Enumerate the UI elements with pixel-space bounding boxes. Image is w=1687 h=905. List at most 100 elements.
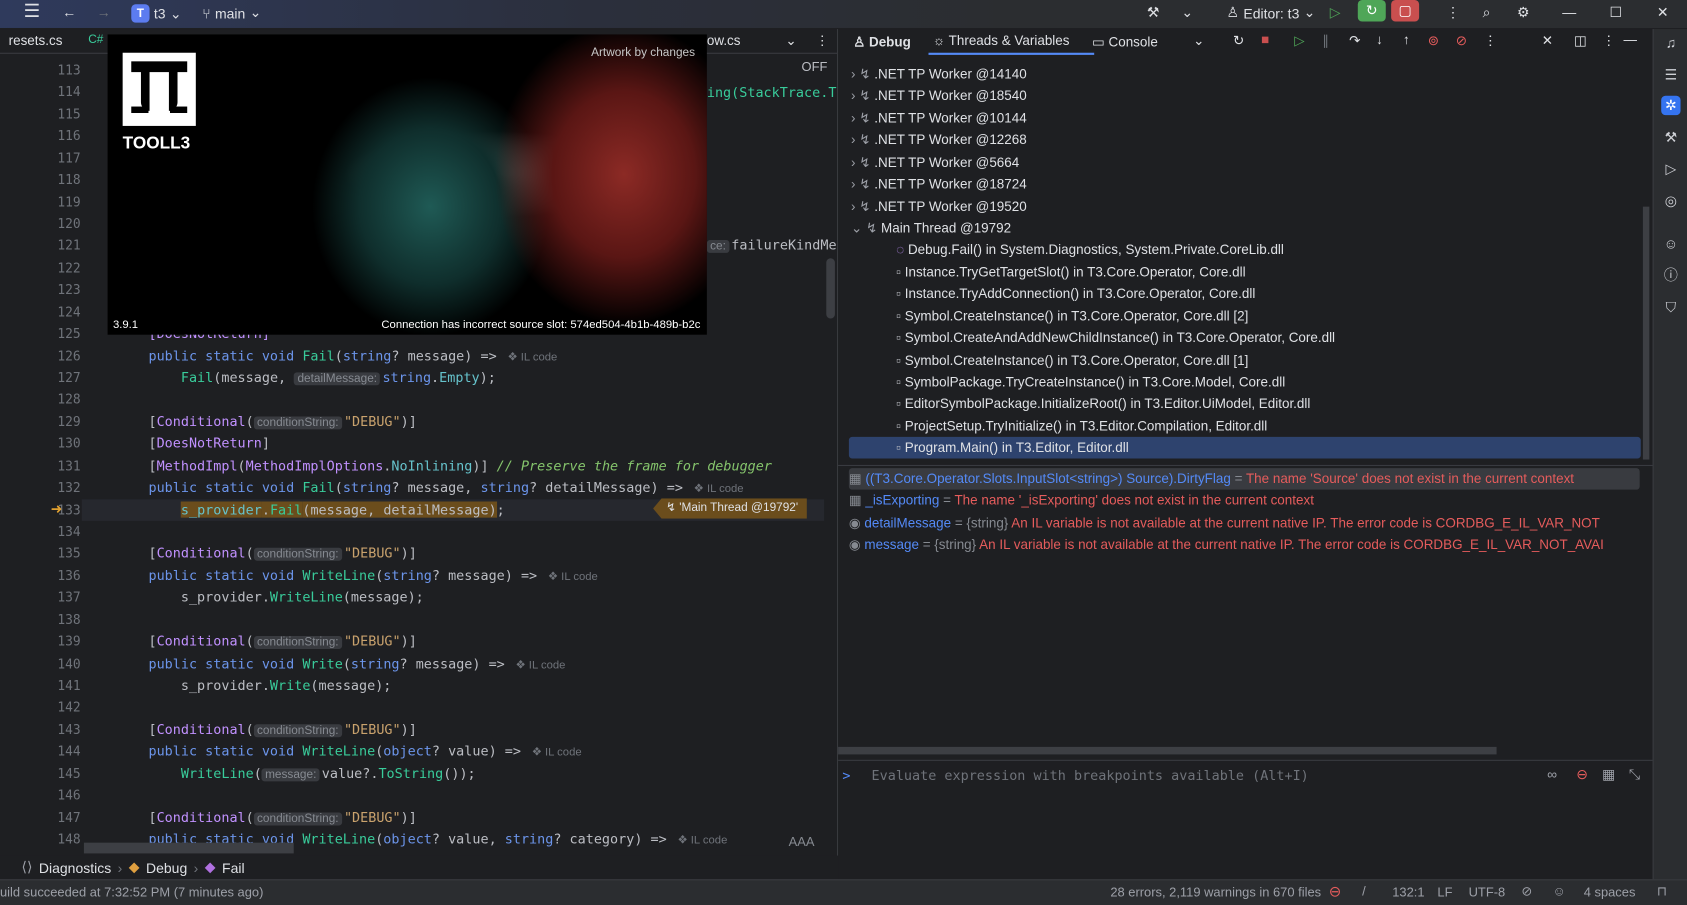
thread-row[interactable]: › ↯ .NET TP Worker @14140	[838, 63, 1640, 85]
stack-frame-row[interactable]: ▫ Symbol.CreateAndAddNewChildInstance() …	[838, 327, 1640, 349]
chevron-right-icon[interactable]: ›	[851, 155, 859, 170]
security-shield-icon[interactable]: ⛉	[1661, 298, 1680, 317]
thread-execution-tag[interactable]: ↯ 'Main Thread @19792'	[653, 498, 807, 519]
chevron-right-icon[interactable]: ›	[851, 177, 859, 192]
lock-icon[interactable]: ⊓	[1657, 884, 1667, 899]
thread-row[interactable]: › ↯ .NET TP Worker @10144	[838, 107, 1640, 129]
il-code-hint[interactable]: ❖ IL code	[677, 834, 727, 847]
calculator-icon[interactable]: ▦	[1602, 766, 1615, 783]
variables-horizontal-scrollbar[interactable]	[838, 746, 1497, 755]
breadcrumb-class[interactable]: Debug	[146, 859, 187, 875]
stack-frame-row[interactable]: ▫ EditorSymbolPackage.InitializeRoot() i…	[838, 393, 1640, 415]
vertical-scrollbar[interactable]	[826, 258, 835, 319]
step-into-icon[interactable]: ↓	[1376, 32, 1383, 47]
forward-icon[interactable]: →	[97, 4, 111, 20]
indent-setting[interactable]: 4 spaces	[1584, 885, 1636, 900]
il-code-hint[interactable]: ❖ IL code	[548, 570, 598, 583]
il-code-hint[interactable]: ❖ IL code	[694, 482, 744, 495]
project-selector[interactable]: Tt3 ⌄	[131, 4, 182, 23]
problems-icon[interactable]: ⓘ	[1661, 266, 1680, 285]
reader-mode-icon[interactable]: AAA	[789, 834, 815, 849]
main-thread-row[interactable]: ⌄ ↯ Main Thread @19792	[838, 217, 1640, 239]
resume-program-icon[interactable]: ▷	[1294, 32, 1304, 48]
minimize-window-icon[interactable]: —	[1562, 4, 1576, 20]
ai-assistant-icon[interactable]: ☺	[1661, 235, 1680, 254]
problems-summary[interactable]: 28 errors, 2,119 warnings in 670 files	[1110, 885, 1321, 900]
step-out-icon[interactable]: ↑	[1403, 32, 1410, 47]
horizontal-scrollbar[interactable]	[83, 842, 294, 854]
view-breakpoints-icon[interactable]: ⊚	[1428, 32, 1439, 48]
database-icon[interactable]: ☰	[1661, 66, 1680, 85]
rerun-button[interactable]: ↻	[1357, 0, 1386, 22]
inlay-hints-toggle[interactable]: OFF	[802, 59, 828, 74]
variable-row[interactable]: ▦ ((T3.Core.Operator.Slots.InputSlot<str…	[848, 468, 1640, 490]
more-icon[interactable]: ⋮	[1446, 4, 1460, 21]
no-sync-icon[interactable]: ⊘	[1521, 884, 1532, 899]
stack-frame-row[interactable]: ▫ Symbol.CreateInstance() in T3.Core.Ope…	[838, 305, 1640, 327]
build-icon[interactable]: ⚒	[1661, 128, 1680, 147]
debug-tool-icon[interactable]: ✲	[1661, 95, 1681, 116]
thread-row[interactable]: › ↯ .NET TP Worker @5664	[838, 151, 1640, 173]
threads-frames-tree[interactable]: › ↯ .NET TP Worker @14140 › ↯ .NET TP Wor…	[838, 63, 1652, 461]
breadcrumb-method[interactable]: Fail	[222, 859, 245, 875]
stack-frame-row[interactable]: ▫ Instance.TryGetTargetSlot() in T3.Core…	[838, 261, 1640, 283]
run-config-selector[interactable]: ♙ Editor: t3 ⌄	[1227, 4, 1316, 21]
thread-row[interactable]: › ↯ .NET TP Worker @12268	[838, 129, 1640, 151]
chevron-right-icon[interactable]: ›	[851, 133, 859, 148]
code-editor[interactable]: resets.cs C# ow.cs ⌄ ⋮ 113 114 115 116 117 11…	[0, 29, 839, 856]
line-separator[interactable]: LF	[1437, 885, 1452, 900]
il-code-hint[interactable]: ❖ IL code	[532, 746, 582, 759]
thread-row[interactable]: › ↯ .NET TP Worker @18540	[838, 85, 1640, 107]
settings-gear-icon[interactable]: ⚙	[1517, 4, 1530, 21]
error-filter-icon[interactable]: ⊖	[1576, 766, 1588, 783]
thread-row[interactable]: › ↯ .NET TP Worker @19520	[838, 195, 1640, 217]
layout-icon[interactable]: ◫	[1574, 32, 1587, 48]
expand-icon[interactable]: ⤡	[1629, 766, 1640, 783]
stack-frame-row[interactable]: ▫ ProjectSetup.TryInitialize() in T3.Edi…	[838, 415, 1640, 437]
il-code-hint[interactable]: ❖ IL code	[516, 658, 566, 671]
close-window-icon[interactable]: ✕	[1657, 4, 1669, 21]
evaluate-expression-input[interactable]: > Evaluate expression with breakpoints a…	[842, 765, 1541, 787]
stack-frame-row[interactable]: ▫ Symbol.CreateInstance() in T3.Core.Ope…	[838, 349, 1640, 371]
add-watch-icon[interactable]: ∞	[1547, 766, 1557, 782]
hide-panel-icon[interactable]: —	[1624, 32, 1637, 47]
resume-icon[interactable]: ▷	[1330, 4, 1341, 21]
threads-scrollbar[interactable]	[1642, 206, 1650, 460]
stop-icon[interactable]: ■	[1261, 32, 1269, 47]
stack-frame-row[interactable]: ▫ Instance.TryAddConnection() in T3.Core…	[838, 283, 1640, 305]
file-encoding[interactable]: UTF-8	[1469, 885, 1506, 900]
build-status[interactable]: uild succeeded at 7:32:52 PM (7 minutes …	[0, 885, 263, 900]
tab-console[interactable]: ▭ Console	[1092, 33, 1158, 49]
thread-row[interactable]: › ↯ .NET TP Worker @18724	[838, 173, 1640, 195]
options-icon[interactable]: ⋮	[1602, 32, 1615, 48]
chevron-down-icon[interactable]: ⌄	[851, 221, 866, 236]
branch-selector[interactable]: ⑂ main ⌄	[202, 4, 261, 21]
main-menu-icon[interactable]: ☰	[24, 1, 40, 23]
search-icon[interactable]: ⌕	[1483, 4, 1491, 21]
cursor-position[interactable]: 132:1	[1392, 885, 1424, 900]
mute-breakpoints-icon[interactable]: ⊘	[1456, 32, 1467, 48]
pause-icon[interactable]: ∥	[1322, 32, 1329, 48]
error-indicator-icon[interactable]: ⊖	[1329, 882, 1342, 900]
breadcrumb-namespace[interactable]: Diagnostics	[39, 859, 111, 875]
stop-button[interactable]: ▢	[1391, 0, 1420, 22]
step-over-icon[interactable]: ↷	[1349, 32, 1360, 48]
rerun-icon[interactable]: ↻	[1233, 32, 1244, 48]
notifications-bell-icon[interactable]: ♫	[1661, 33, 1680, 52]
build-dropdown-icon[interactable]: ⌄	[1181, 4, 1193, 21]
il-code-hint[interactable]: ❖ IL code	[507, 350, 557, 363]
variable-row[interactable]: ◉ detailMessage = {string} An IL variabl…	[849, 512, 1600, 534]
dotcover-icon[interactable]: ◎	[1661, 192, 1680, 211]
chevron-right-icon[interactable]: ›	[851, 67, 859, 82]
ai-icon[interactable]: ☺	[1553, 884, 1566, 899]
stack-frame-row[interactable]: ◌ Debug.Fail() in System.Diagnostics, Sy…	[838, 239, 1640, 261]
build-hammer-icon[interactable]: ⚒	[1147, 4, 1160, 21]
more-icon[interactable]: ⋮	[1484, 32, 1497, 48]
close-panel-icon[interactable]: ✕	[1542, 32, 1553, 48]
stack-frame-row[interactable]: ▫ Program.Main() in T3.Editor, Editor.dl…	[848, 437, 1641, 459]
chevron-right-icon[interactable]: ›	[851, 89, 859, 104]
tab-threads-variables[interactable]: ☼ Threads & Variables	[933, 33, 1070, 48]
chevron-right-icon[interactable]: ›	[851, 111, 859, 126]
tabs-dropdown-icon[interactable]: ⌄	[1193, 32, 1204, 48]
stack-frame-row[interactable]: ▫ SymbolPackage.TryCreateInstance() in T…	[838, 371, 1640, 393]
